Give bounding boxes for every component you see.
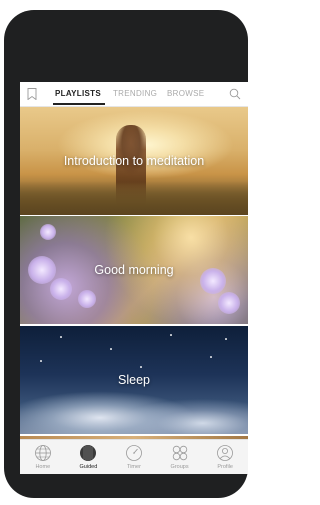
nav-item-home[interactable]: Home [20, 440, 66, 474]
star [60, 336, 62, 338]
profile-icon [217, 445, 234, 461]
guided-icon [80, 445, 97, 461]
field-image [20, 181, 248, 215]
nav-item-profile[interactable]: Profile [202, 440, 248, 474]
playlist-title: Sleep [118, 373, 150, 387]
nav-label: Groups [170, 464, 189, 470]
blossom-image [78, 290, 96, 308]
tab-browse[interactable]: BROWSE [167, 89, 204, 98]
star [225, 338, 227, 340]
bookmark-icon[interactable] [27, 88, 37, 100]
blossom-image [50, 278, 72, 300]
nav-label: Timer [127, 464, 141, 470]
blossom-image [218, 292, 240, 314]
search-icon[interactable] [229, 88, 241, 100]
blossom-image [40, 224, 56, 240]
bottom-navigation: Home Guided Timer Groups Profile [20, 439, 248, 474]
groups-icon [172, 445, 187, 461]
blossom-image [200, 268, 226, 294]
active-tab-indicator [53, 103, 105, 105]
nav-label: Profile [217, 464, 233, 470]
star [140, 366, 142, 368]
star [210, 356, 212, 358]
nav-item-groups[interactable]: Groups [157, 440, 203, 474]
nav-item-guided[interactable]: Guided [66, 440, 112, 474]
playlist-title: Introduction to meditation [63, 154, 205, 168]
blossom-image [28, 256, 56, 284]
star [40, 360, 42, 362]
timer-icon [126, 445, 142, 461]
playlist-title: Good morning [94, 263, 174, 277]
nav-item-timer[interactable]: Timer [111, 440, 157, 474]
playlist-card-sleep[interactable]: Sleep [20, 326, 248, 434]
star [170, 334, 172, 336]
nav-label: Home [35, 464, 51, 470]
top-navigation: PLAYLISTS TRENDING BROWSE [20, 82, 248, 107]
tab-playlists[interactable]: PLAYLISTS [55, 89, 101, 98]
nav-label: Guided [79, 464, 98, 470]
star [110, 348, 112, 350]
app-screen: PLAYLISTS TRENDING BROWSE Introduction t… [20, 82, 248, 474]
globe-icon [34, 445, 51, 461]
tab-trending[interactable]: TRENDING [113, 89, 157, 98]
phone-frame: PLAYLISTS TRENDING BROWSE Introduction t… [4, 10, 248, 498]
playlist-card-good-morning[interactable]: Good morning [20, 216, 248, 324]
playlist-card-introduction[interactable]: Introduction to meditation [20, 107, 248, 215]
